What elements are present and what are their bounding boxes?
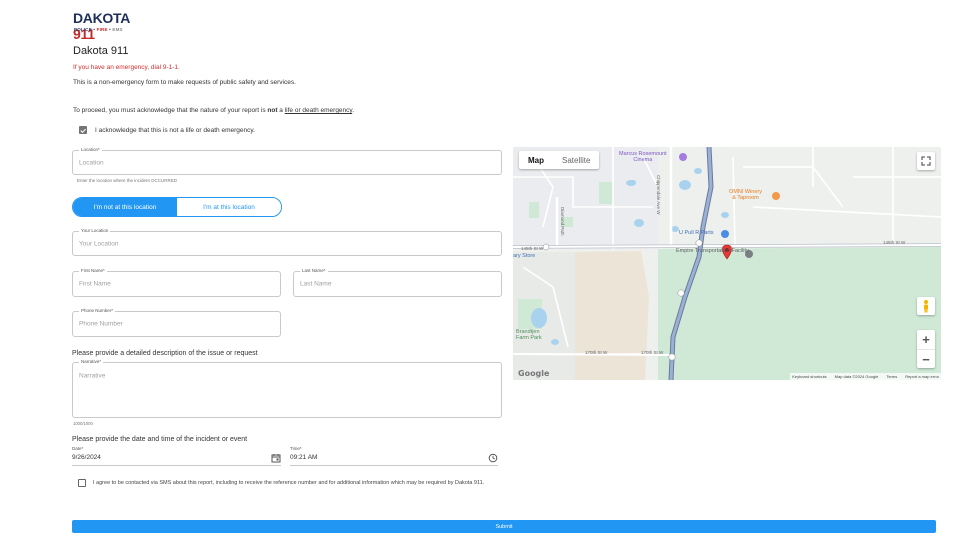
narrative-textarea[interactable]: Narrative* Narrative [72, 359, 502, 418]
life-or-death-link[interactable]: life or death emergency [285, 107, 352, 114]
map-type-satellite-button[interactable]: Satellite [553, 151, 599, 169]
map-road-170th-b: 170th St W [641, 350, 664, 355]
time-label: Time* [290, 446, 302, 451]
map-road-chippendale: Chippendale Ave W [656, 175, 661, 215]
date-field[interactable]: Date* 9/26/2024 [72, 446, 281, 466]
zoom-out-button[interactable]: − [917, 349, 935, 368]
fullscreen-button[interactable] [917, 152, 935, 170]
map-poi-store[interactable]: ary Store [513, 253, 535, 259]
map-type-map-button[interactable]: Map [519, 151, 553, 169]
narrative-counter: 1000/1000 [73, 421, 93, 426]
date-value: 9/26/2024 [72, 454, 101, 461]
map-road-145th-west: 145th St W [521, 246, 544, 251]
sms-consent-label: I agree to be contacted via SMS about th… [93, 480, 485, 486]
map-data-credit: Map data ©2024 Google [834, 374, 879, 379]
narrative-placeholder: Narrative [79, 372, 106, 380]
acknowledge-row: I acknowledge that this is not a life or… [79, 126, 255, 134]
map-view[interactable]: Marcus Rosemount Cinema OMNI Winery & Tapr… [513, 147, 941, 380]
last-name-placeholder: Last Name [300, 280, 332, 288]
clock-icon[interactable] [488, 453, 498, 463]
logo-ems: EMS [112, 27, 123, 32]
acknowledge-instructions: To proceed, you must acknowledge that th… [73, 107, 354, 114]
map-road-170th-a: 170th St W [585, 350, 608, 355]
logo-police: POLICE [74, 27, 92, 32]
street-view-pegman[interactable] [917, 297, 935, 315]
not-at-location-button[interactable]: I'm not at this location [73, 198, 177, 216]
map-poi-upull[interactable]: U Pull R Parts [679, 230, 714, 236]
map-footer: Keyboard shortcuts Map data ©2024 Google… [790, 373, 941, 380]
google-logo: Google [518, 369, 550, 378]
your-location-label: Your Location [79, 228, 111, 233]
map-poi-brandtjen[interactable]: Brandtjen Farm Park [516, 329, 542, 341]
sms-consent-row: I agree to be contacted via SMS about th… [78, 479, 484, 487]
at-location-button[interactable]: I'm at this location [177, 198, 281, 216]
your-location-placeholder: Your Location [79, 240, 119, 247]
narrative-label: Narrative* [79, 359, 104, 364]
phone-number-placeholder: Phone Number [79, 320, 123, 328]
submit-button[interactable]: Submit [72, 520, 936, 533]
map-poi-omni-winery[interactable]: OMNI Winery & Taproom [729, 189, 762, 201]
dakota-911-logo: DAKOTA 911 POLICE • FIRE • EMS [73, 8, 130, 42]
keyboard-shortcuts-link[interactable]: Keyboard shortcuts [792, 374, 826, 379]
zoom-in-button[interactable]: + [917, 330, 935, 349]
phone-number-label: Phone Number* [79, 308, 116, 313]
your-location-field[interactable]: Your Location Your Location [72, 228, 502, 256]
fullscreen-icon [921, 156, 931, 166]
map-road-145th-east: 145th St W [883, 240, 906, 245]
location-helper: Enter the location where the incident OC… [77, 178, 178, 183]
location-toggle: I'm not at this location I'm at this loc… [72, 197, 282, 217]
map-type-control: Map Satellite [519, 151, 600, 169]
phone-number-field[interactable]: Phone Number* Phone Number [72, 308, 281, 337]
first-name-field[interactable]: First Name* First Name [72, 268, 281, 297]
time-field[interactable]: Time* 09:21 AM [290, 446, 498, 466]
intro-text: This is a non-emergency form to make req… [73, 79, 296, 86]
map-poi-empire[interactable]: Empire Transportation Facility [676, 248, 749, 254]
date-label: Date* [72, 446, 84, 451]
page-title: Dakota 911 [73, 45, 129, 57]
time-value: 09:21 AM [290, 454, 318, 461]
zoom-control: + − [917, 330, 935, 368]
last-name-field[interactable]: Last Name* Last Name [293, 268, 502, 297]
sms-consent-checkbox[interactable] [78, 479, 86, 487]
map-canvas[interactable] [513, 147, 941, 380]
map-road-diamond: Diamond Path [560, 207, 565, 236]
pegman-icon [924, 300, 928, 313]
logo-text: DAKOTA [73, 10, 130, 26]
first-name-label: First Name* [79, 268, 107, 273]
description-prompt: Please provide a detailed description of… [72, 350, 258, 357]
report-map-error-link[interactable]: Report a map error [905, 374, 939, 379]
datetime-prompt: Please provide the date and time of the … [72, 436, 248, 443]
acknowledge-label: I acknowledge that this is not a life or… [95, 126, 255, 134]
first-name-placeholder: First Name [79, 280, 111, 288]
emergency-note: If you have an emergency, dial 9-1-1. [73, 64, 180, 71]
location-label: Location* [79, 147, 102, 152]
map-poi-marcus[interactable]: Marcus Rosemount Cinema [619, 151, 667, 163]
acknowledge-checkbox[interactable] [79, 126, 87, 134]
location-field[interactable]: Location* Location [72, 147, 502, 175]
location-placeholder: Location [79, 159, 104, 166]
calendar-icon[interactable] [271, 453, 281, 463]
logo-fire: FIRE [96, 27, 108, 32]
terms-link[interactable]: Terms [886, 374, 897, 379]
last-name-label: Last Name* [300, 268, 328, 273]
